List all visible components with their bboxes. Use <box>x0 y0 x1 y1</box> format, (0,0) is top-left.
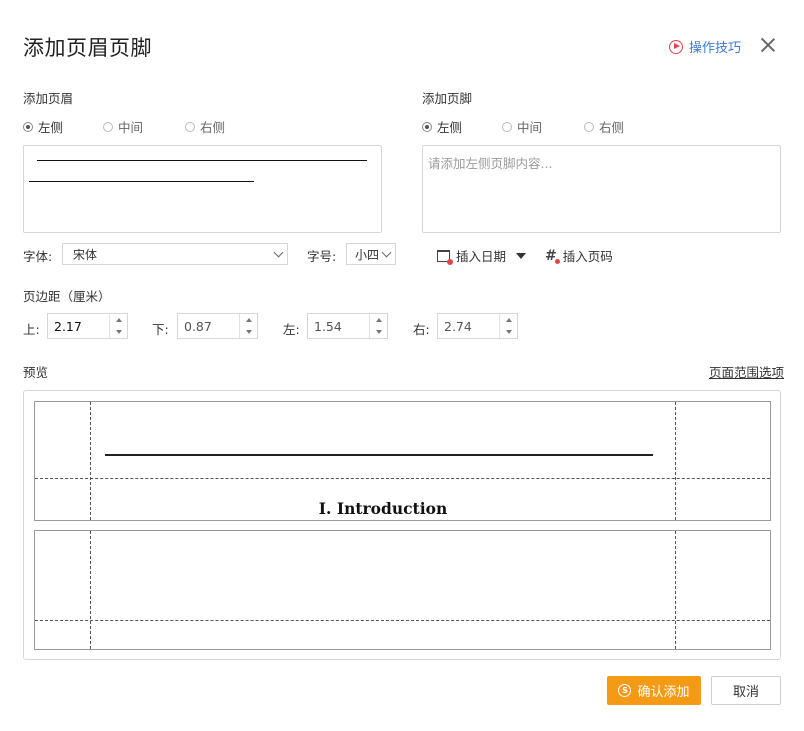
margin-right-value[interactable]: 2.74 <box>438 314 499 338</box>
margin-bottom-value[interactable]: 0.87 <box>178 314 239 338</box>
play-icon <box>669 39 683 54</box>
margin-top-value[interactable]: 2.17 <box>48 314 109 338</box>
radio-label: 左侧 <box>38 120 64 135</box>
spinner-up-icon[interactable] <box>500 314 517 326</box>
radio-label: 中间 <box>517 120 543 135</box>
spinner-down-icon[interactable] <box>370 326 387 338</box>
margin-top-spinner[interactable]: 2.17 <box>47 313 128 339</box>
margin-left-label: 左: <box>283 322 300 337</box>
header-content-input[interactable] <box>23 145 382 233</box>
header-radio-center[interactable]: 中间 <box>103 117 143 136</box>
chevron-down-icon <box>381 247 392 257</box>
spinner-arrows <box>499 314 517 338</box>
font-size-select[interactable]: 小四 <box>346 243 396 265</box>
footer-radio-right[interactable]: 右侧 <box>584 117 624 136</box>
font-value: 宋体 <box>73 247 98 262</box>
margin-right-label: 右: <box>413 322 430 337</box>
font-size-label: 字号: <box>307 249 337 264</box>
radio-icon <box>103 121 114 132</box>
cancel-button[interactable]: 取消 <box>711 676 781 705</box>
header-underline-1 <box>37 160 367 162</box>
radio-icon <box>185 121 196 132</box>
spinner-arrows <box>109 314 127 338</box>
dialog-title: 添加页眉页脚 <box>23 36 152 60</box>
right-margin-guide <box>675 531 676 649</box>
radio-label: 右侧 <box>200 120 226 135</box>
chevron-down-icon <box>273 247 284 257</box>
spinner-up-icon[interactable] <box>370 314 387 326</box>
left-margin-guide <box>90 531 91 649</box>
preview-page-1: I. Introduction <box>34 401 771 521</box>
radio-checked-icon <box>422 121 432 132</box>
coin-icon: S <box>618 684 632 697</box>
tips-link[interactable]: 操作技巧 <box>669 37 741 56</box>
margin-top-label: 上: <box>23 322 40 337</box>
insert-date-label: 插入日期 <box>456 249 507 264</box>
radio-label: 中间 <box>118 120 144 135</box>
header-margin-guide <box>35 478 770 479</box>
radio-icon <box>584 121 595 132</box>
spinner-down-icon[interactable] <box>240 326 257 338</box>
footer-content-input[interactable]: 请添加左侧页脚内容... <box>422 145 781 233</box>
radio-label: 左侧 <box>437 120 463 135</box>
footer-placeholder: 请添加左侧页脚内容... <box>428 156 553 171</box>
confirm-add-button[interactable]: S 确认添加 <box>607 676 701 705</box>
right-margin-guide <box>675 402 676 520</box>
radio-icon <box>502 121 513 132</box>
confirm-label: 确认添加 <box>637 685 690 700</box>
footer-radio-left[interactable]: 左侧 <box>422 117 462 136</box>
radio-checked-icon <box>23 121 33 132</box>
spinner-down-icon[interactable] <box>110 326 127 338</box>
page-range-options-link[interactable]: 页面范围选项 <box>709 362 784 381</box>
footer-radio-center[interactable]: 中间 <box>502 117 542 136</box>
margin-bottom-spinner[interactable]: 0.87 <box>177 313 258 339</box>
margin-left-spinner[interactable]: 1.54 <box>307 313 388 339</box>
preview-panel: I. Introduction <box>23 390 781 660</box>
preview-label: 预览 <box>23 365 49 380</box>
margin-right-spinner[interactable]: 2.74 <box>437 313 518 339</box>
tips-label: 操作技巧 <box>689 41 742 56</box>
header-section-label: 添加页眉 <box>23 91 74 106</box>
calendar-icon <box>437 249 453 265</box>
font-size-value: 小四 <box>355 247 380 262</box>
footer-position-group: 左侧 中间 右侧 <box>422 117 664 136</box>
spinner-arrows <box>369 314 387 338</box>
margin-bottom-label: 下: <box>152 322 169 337</box>
header-radio-left[interactable]: 左侧 <box>23 117 63 136</box>
insert-page-button[interactable]: # 插入页码 <box>545 246 613 265</box>
spinner-up-icon[interactable] <box>110 314 127 326</box>
footer-section-label: 添加页脚 <box>422 91 473 106</box>
insert-page-label: 插入页码 <box>562 249 613 264</box>
margins-label: 页边距（厘米） <box>23 289 111 304</box>
margin-left-value[interactable]: 1.54 <box>308 314 369 338</box>
preview-heading: I. Introduction <box>318 499 448 518</box>
header-underline-2 <box>29 181 254 183</box>
close-icon[interactable] <box>760 37 776 53</box>
preview-page-2 <box>34 530 771 650</box>
font-select[interactable]: 宋体 <box>62 243 288 265</box>
spinner-arrows <box>239 314 257 338</box>
font-label: 字体: <box>23 249 53 264</box>
footer-margin-guide <box>35 620 770 621</box>
caret-down-icon <box>516 252 527 259</box>
spinner-down-icon[interactable] <box>500 326 517 338</box>
insert-date-button[interactable]: 插入日期 <box>437 246 527 265</box>
page-number-icon: # <box>545 247 560 264</box>
preview-header-line <box>105 454 653 456</box>
header-position-group: 左侧 中间 右侧 <box>23 117 265 136</box>
radio-label: 右侧 <box>599 120 625 135</box>
header-radio-right[interactable]: 右侧 <box>185 117 225 136</box>
spinner-up-icon[interactable] <box>240 314 257 326</box>
